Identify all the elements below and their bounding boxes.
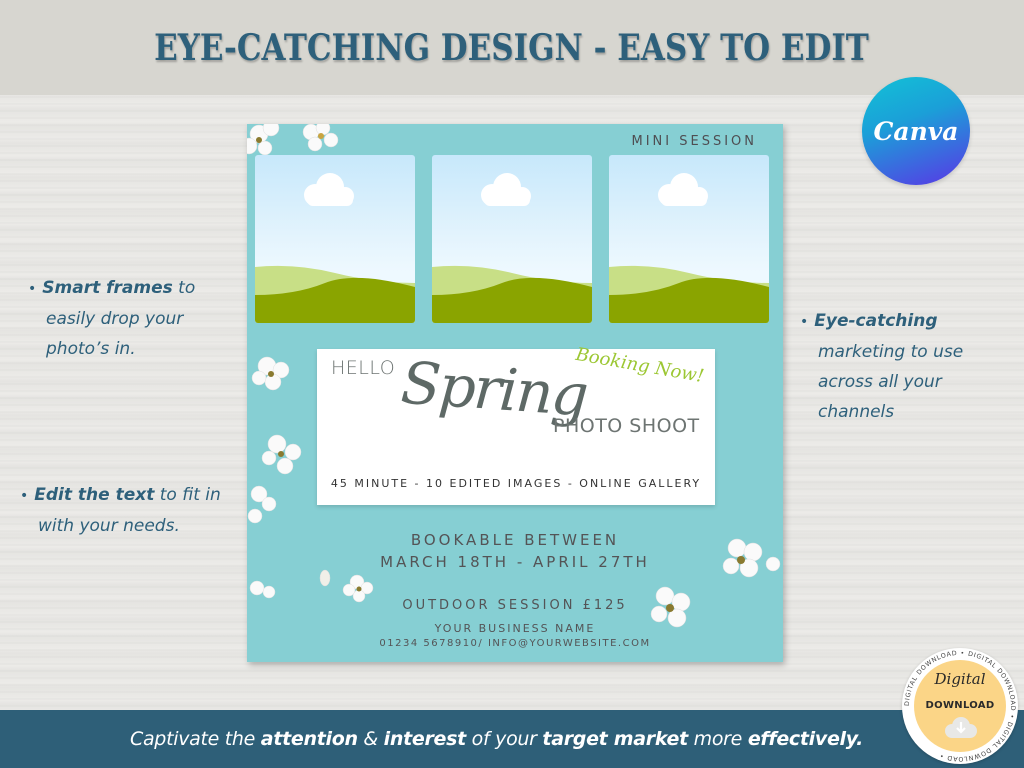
landscape-placeholder-icon xyxy=(609,173,769,323)
feature-text: photo’s in. xyxy=(46,339,136,359)
feature-bold: Edit the text xyxy=(34,485,155,505)
feature-text: to fit in xyxy=(154,485,221,505)
session-price: OUTDOOR SESSION £125 xyxy=(402,598,628,613)
feature-text: channels xyxy=(818,402,895,422)
feature-text: marketing to use xyxy=(818,342,964,362)
tagline-bold: effectively. xyxy=(747,728,864,750)
footer-banner: Captivate the attention & interest of yo… xyxy=(0,710,1024,768)
canva-logo-text: Canva xyxy=(873,116,959,146)
session-details: 45 MINUTE - 10 EDITED IMAGES - ONLINE GA… xyxy=(330,477,702,490)
headline-card: HELLO Spring Booking Now! PHOTO SHOOT 45… xyxy=(317,344,715,505)
feature-bold: Smart frames xyxy=(42,278,173,298)
digital-download-badge: DIGITAL DOWNLOAD • DIGITAL DOWNLOAD • DI… xyxy=(902,648,1018,764)
bullet-icon: • xyxy=(28,281,37,297)
feature-edit-text: • Edit the text to fit in with your needs… xyxy=(20,480,221,541)
bullet-icon: • xyxy=(800,314,809,330)
canva-logo: Canva xyxy=(862,77,970,185)
feature-smart-frames: • Smart frames to easily drop your photo’… xyxy=(28,273,195,364)
tagline-part: Captivate the xyxy=(130,728,261,750)
hello-text: HELLO xyxy=(331,357,396,379)
feature-text: easily drop your xyxy=(46,309,184,329)
feature-text: to xyxy=(172,278,196,298)
photo-frame-3[interactable] xyxy=(609,155,769,323)
flyer-preview: MINI SESSION HELLO Spring Booking Now! P… xyxy=(247,124,783,662)
tagline-part: & xyxy=(357,728,384,750)
tagline-bold: attention xyxy=(260,728,358,750)
tagline-bold: interest xyxy=(383,728,467,750)
bookable-dates: BOOKABLE BETWEEN MARCH 18TH - APRIL 27TH xyxy=(247,529,783,573)
footer-tagline: Captivate the attention & interest of yo… xyxy=(130,728,863,750)
tagline-bold: target market xyxy=(542,728,688,750)
tagline-part: more xyxy=(687,728,748,750)
landscape-placeholder-icon xyxy=(432,173,592,323)
cloud-download-icon xyxy=(945,717,977,738)
feature-bold: Eye-catching xyxy=(814,311,938,331)
feature-text: across all your xyxy=(818,372,942,392)
bookable-range: MARCH 18TH - APRIL 27TH xyxy=(380,553,650,571)
booking-now-text: Booking Now! xyxy=(574,343,706,388)
bookable-label: BOOKABLE BETWEEN xyxy=(410,531,620,549)
photo-shoot-text: PHOTO SHOOT xyxy=(553,415,700,437)
feature-eye-catching: • Eye-catching marketing to use across al… xyxy=(800,306,963,427)
badge-inner: Digital DOWNLOAD xyxy=(914,660,1006,752)
photo-frame-1[interactable] xyxy=(255,155,415,323)
landscape-placeholder-icon xyxy=(255,173,415,323)
bullet-icon: • xyxy=(20,488,29,504)
page-title: EYE-CATCHING DESIGN - EASY TO EDIT xyxy=(154,26,870,69)
mini-session-label: MINI SESSION xyxy=(631,134,757,149)
business-name: YOUR BUSINESS NAME xyxy=(434,622,596,635)
tagline-part: of your xyxy=(465,728,543,750)
contact-info: 01234 5678910/ INFO@YOURWEBSITE.COM xyxy=(379,638,651,649)
badge-download-label: DOWNLOAD xyxy=(925,700,995,711)
photo-frame-2[interactable] xyxy=(432,155,592,323)
badge-script-text: Digital xyxy=(934,670,986,688)
feature-text: with your needs. xyxy=(38,516,180,536)
header-banner: EYE-CATCHING DESIGN - EASY TO EDIT xyxy=(0,0,1024,95)
